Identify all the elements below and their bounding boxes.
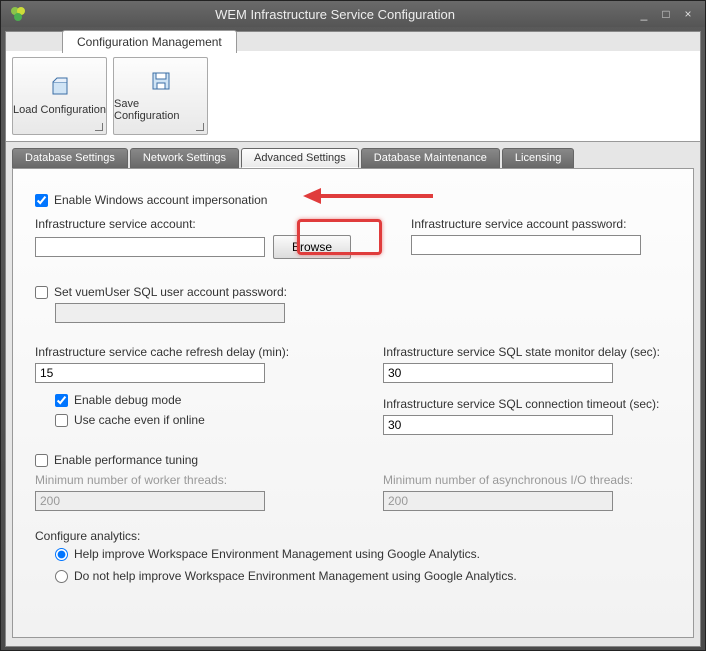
min-async-threads-label: Minimum number of asynchronous I/O threa… xyxy=(383,473,671,487)
tab-advanced-settings[interactable]: Advanced Settings xyxy=(241,148,359,168)
sql-timeout-label: Infrastructure service SQL connection ti… xyxy=(383,397,671,411)
min-async-threads-input xyxy=(383,491,613,511)
use-cache-input[interactable] xyxy=(55,414,68,427)
load-configuration-button[interactable]: Load Configuration xyxy=(12,57,107,135)
window-title: WEM Infrastructure Service Configuration xyxy=(37,7,633,22)
sql-monitor-label: Infrastructure service SQL state monitor… xyxy=(383,345,671,359)
set-vuem-input[interactable] xyxy=(35,286,48,299)
cache-refresh-label: Infrastructure service cache refresh del… xyxy=(35,345,323,359)
cache-refresh-input[interactable] xyxy=(35,363,265,383)
infra-account-input[interactable] xyxy=(35,237,265,257)
save-configuration-button[interactable]: Save Configuration xyxy=(113,57,208,135)
load-configuration-label: Load Configuration xyxy=(13,104,106,116)
client-area: Configuration Management Load Configurat… xyxy=(5,31,701,647)
advanced-settings-panel: Enable Windows account impersonation Inf… xyxy=(12,168,694,638)
browse-button[interactable]: Browse xyxy=(273,235,351,259)
settings-tabs: Database Settings Network Settings Advan… xyxy=(6,142,700,168)
analytics-help-radio[interactable]: Help improve Workspace Environment Manag… xyxy=(55,547,671,561)
tab-network-settings[interactable]: Network Settings xyxy=(130,148,239,168)
enable-debug-label: Enable debug mode xyxy=(74,393,181,407)
min-worker-threads-label: Minimum number of worker threads: xyxy=(35,473,323,487)
infra-account-label: Infrastructure service account: xyxy=(35,217,351,231)
tab-database-settings[interactable]: Database Settings xyxy=(12,148,128,168)
ribbon-tab-config-management[interactable]: Configuration Management xyxy=(62,30,237,53)
set-vuem-password-input xyxy=(55,303,285,323)
infra-password-input[interactable] xyxy=(411,235,641,255)
close-button[interactable]: × xyxy=(677,5,699,23)
perf-tuning-label: Enable performance tuning xyxy=(54,453,198,467)
configure-analytics-label: Configure analytics: xyxy=(35,529,671,543)
enable-debug-checkbox[interactable]: Enable debug mode xyxy=(55,393,323,407)
analytics-donot-input[interactable] xyxy=(55,570,68,583)
app-icon xyxy=(7,3,29,25)
analytics-donot-label: Do not help improve Workspace Environmen… xyxy=(74,569,517,583)
perf-tuning-input[interactable] xyxy=(35,454,48,467)
minimize-button[interactable]: _ xyxy=(633,5,655,23)
analytics-help-label: Help improve Workspace Environment Manag… xyxy=(74,547,480,561)
min-worker-threads-input xyxy=(35,491,265,511)
enable-impersonation-input[interactable] xyxy=(35,194,48,207)
tab-licensing[interactable]: Licensing xyxy=(502,148,574,168)
save-configuration-label: Save Configuration xyxy=(114,98,207,122)
perf-tuning-checkbox[interactable]: Enable performance tuning xyxy=(35,453,671,467)
infra-password-label: Infrastructure service account password: xyxy=(411,217,671,231)
use-cache-label: Use cache even if online xyxy=(74,413,205,427)
maximize-button[interactable]: □ xyxy=(655,5,677,23)
enable-impersonation-label: Enable Windows account impersonation xyxy=(54,193,267,207)
titlebar: WEM Infrastructure Service Configuration… xyxy=(1,1,705,27)
load-icon xyxy=(49,76,71,98)
analytics-help-input[interactable] xyxy=(55,548,68,561)
use-cache-checkbox[interactable]: Use cache even if online xyxy=(55,413,323,427)
app-window: WEM Infrastructure Service Configuration… xyxy=(0,0,706,651)
analytics-donot-radio[interactable]: Do not help improve Workspace Environmen… xyxy=(55,569,671,583)
enable-debug-input[interactable] xyxy=(55,394,68,407)
sql-timeout-input[interactable] xyxy=(383,415,613,435)
set-vuem-label: Set vuemUser SQL user account password: xyxy=(54,285,287,299)
ribbon: Load Configuration Save Configuration xyxy=(6,51,700,142)
enable-impersonation-checkbox[interactable]: Enable Windows account impersonation xyxy=(35,193,671,207)
set-vuem-checkbox[interactable]: Set vuemUser SQL user account password: xyxy=(35,285,671,299)
sql-monitor-input[interactable] xyxy=(383,363,613,383)
save-icon xyxy=(150,70,172,92)
tab-database-maintenance[interactable]: Database Maintenance xyxy=(361,148,500,168)
